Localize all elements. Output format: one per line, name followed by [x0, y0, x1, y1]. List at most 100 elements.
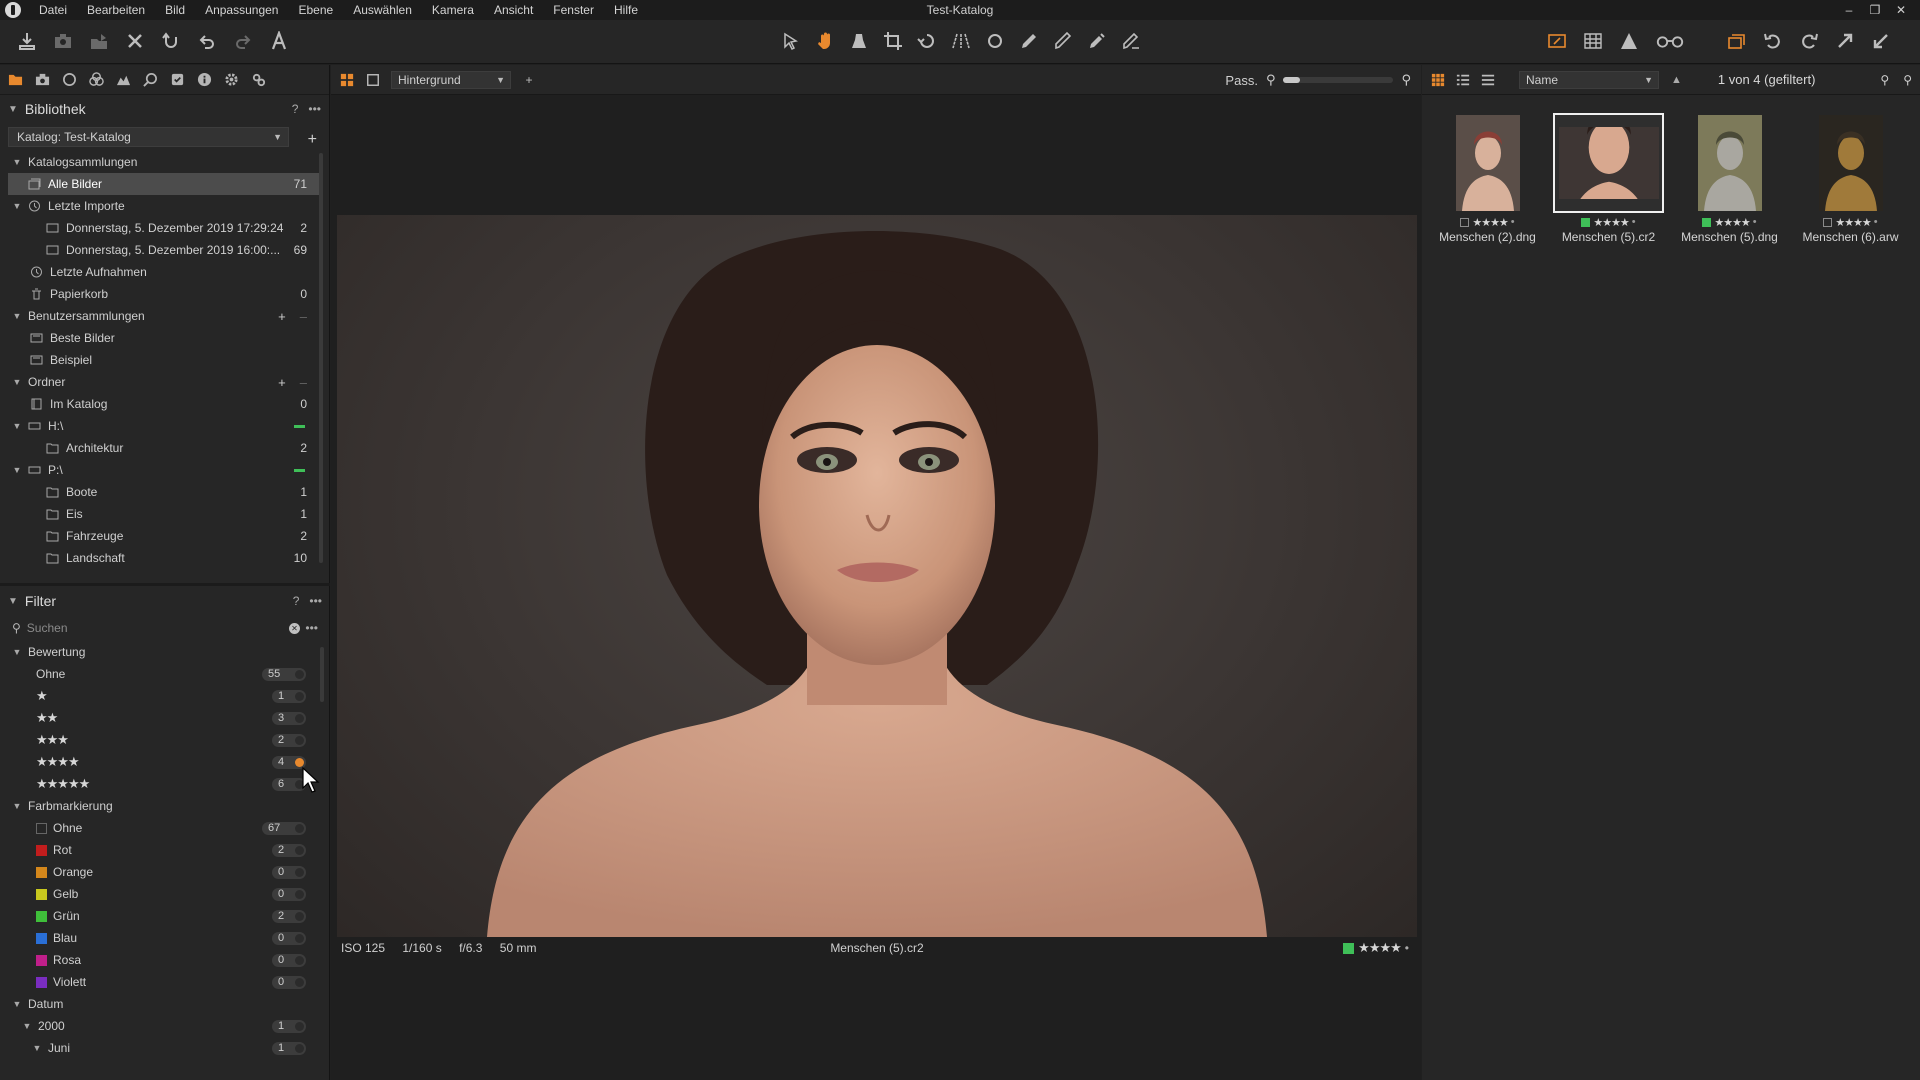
filter-rating-none[interactable]: Ohne 55: [0, 663, 330, 685]
tree-item-im-katalog[interactable]: Im Katalog 0: [0, 393, 329, 415]
filter-count-pill[interactable]: 3: [272, 711, 306, 725]
rating-dot-icon[interactable]: •: [1405, 941, 1409, 955]
keystone-tool-icon[interactable]: [950, 30, 972, 52]
library-panel-header[interactable]: ▼ Bibliothek ? •••: [0, 95, 329, 123]
exposure-warning-icon[interactable]: [1618, 30, 1640, 52]
chevron-down-icon[interactable]: ▼: [8, 104, 18, 115]
chevron-down-icon[interactable]: ▼: [12, 157, 22, 167]
tree-item-papierkorb[interactable]: Papierkorb 0: [0, 283, 329, 305]
add-layer-icon[interactable]: +: [521, 72, 537, 88]
thumbnail-3[interactable]: ★★★★ • Menschen (6).arw: [1795, 113, 1906, 244]
more-icon[interactable]: •••: [309, 594, 322, 608]
filter-rating-3[interactable]: ★★★ 2: [0, 729, 330, 751]
list-view-icon[interactable]: [1455, 72, 1471, 88]
redo-icon[interactable]: [232, 30, 254, 52]
rotate-tool-icon[interactable]: [916, 30, 938, 52]
zoom-slider[interactable]: [1283, 77, 1394, 83]
filter-rating-4[interactable]: ★★★★ 4: [0, 751, 330, 773]
filter-count-pill[interactable]: 2: [272, 733, 306, 747]
chevron-down-icon[interactable]: ▼: [12, 465, 22, 475]
filter-count-pill[interactable]: 0: [272, 953, 306, 967]
chevron-down-icon[interactable]: ▼: [12, 801, 22, 811]
menu-ansicht[interactable]: Ansicht: [484, 0, 543, 20]
filter-color-0[interactable]: Ohne 67: [0, 817, 330, 839]
thumbnail-1[interactable]: ★★★★ • Menschen (5).cr2: [1553, 113, 1664, 244]
filter-rating-5[interactable]: ★★★★★ 6: [0, 773, 330, 795]
single-view-icon[interactable]: [365, 72, 381, 88]
thumbnail-2[interactable]: ★★★★ • Menschen (5).dng: [1674, 113, 1785, 244]
menu-auswaehlen[interactable]: Auswählen: [343, 0, 422, 20]
filter-color-3[interactable]: Gelb 0: [0, 883, 330, 905]
tree-item-architektur[interactable]: Architektur 2: [0, 437, 329, 459]
filter-panel-header[interactable]: ▼ Filter ? •••: [0, 587, 330, 615]
sort-select[interactable]: Name ▼: [1519, 70, 1659, 89]
add-folder-icon[interactable]: +: [278, 375, 286, 390]
tree-item-eis[interactable]: Eis 1: [0, 503, 329, 525]
tree-item-import-1[interactable]: Donnerstag, 5. Dezember 2019 17:29:24 2: [0, 217, 329, 239]
tree-item-boote[interactable]: Boote 1: [0, 481, 329, 503]
color-tag[interactable]: [1460, 217, 1470, 227]
chevron-down-icon[interactable]: ▼: [12, 311, 22, 321]
filter-count-pill[interactable]: 0: [272, 887, 306, 901]
rating-stars[interactable]: ★★★★: [1835, 216, 1871, 229]
restore-button[interactable]: ❐: [1862, 0, 1888, 20]
rating-stars[interactable]: ★★★★: [1714, 216, 1750, 229]
filter-scrollbar[interactable]: [320, 647, 324, 702]
filter-color-4[interactable]: Grün 2: [0, 905, 330, 927]
gradient-tool-icon[interactable]: [1086, 30, 1108, 52]
menu-kamera[interactable]: Kamera: [422, 0, 484, 20]
search-options-icon[interactable]: •••: [305, 621, 318, 635]
add-catalog-icon[interactable]: +: [308, 131, 317, 149]
thumbnail-frame[interactable]: [1795, 113, 1906, 213]
section-farbmarkierung[interactable]: ▼ Farbmarkierung: [0, 795, 330, 817]
import-icon[interactable]: [16, 30, 38, 52]
thumbnail-0[interactable]: ★★★★ • Menschen (2).dng: [1432, 113, 1543, 244]
tree-item-landschaft[interactable]: Landschaft 10: [0, 547, 329, 569]
filter-count-pill[interactable]: 6: [272, 777, 306, 791]
menu-bild[interactable]: Bild: [155, 0, 195, 20]
tree-item-drive-p[interactable]: ▼ P:\: [0, 459, 329, 481]
menu-datei[interactable]: Datei: [29, 0, 77, 20]
filter-count-pill[interactable]: 1: [272, 1041, 306, 1055]
filter-count-pill[interactable]: 1: [272, 689, 306, 703]
section-datum[interactable]: ▼ Datum: [0, 993, 330, 1015]
color-tag[interactable]: [1581, 217, 1591, 227]
crop-tool-icon[interactable]: [882, 30, 904, 52]
more-icon[interactable]: •••: [308, 102, 321, 116]
multi-view-icon[interactable]: [339, 72, 355, 88]
tab-color-circles-icon[interactable]: [88, 71, 105, 88]
filter-count-pill[interactable]: 1: [272, 1019, 306, 1033]
tab-details-magnifier-icon[interactable]: [142, 71, 159, 88]
tab-batch-icon[interactable]: [250, 71, 267, 88]
chevron-down-icon[interactable]: ▼: [12, 999, 22, 1009]
filter-color-6[interactable]: Rosa 0: [0, 949, 330, 971]
library-scrollbar[interactable]: [319, 153, 323, 563]
detail-view-icon[interactable]: [1480, 72, 1496, 88]
tab-capture-camera-icon[interactable]: [34, 71, 51, 88]
close-window-button[interactable]: ✕: [1888, 0, 1914, 20]
panel-divider[interactable]: [0, 583, 330, 586]
app-logo-icon[interactable]: [5, 2, 21, 18]
clear-search-icon[interactable]: ✕: [289, 622, 300, 634]
filter-count-pill[interactable]: 2: [272, 909, 306, 923]
filter-rating-2[interactable]: ★★ 3: [0, 707, 330, 729]
help-icon[interactable]: ?: [292, 102, 299, 116]
chevron-down-icon[interactable]: ▼: [22, 1021, 32, 1031]
color-tag[interactable]: [1823, 217, 1833, 227]
tab-library-folder-icon[interactable]: [7, 71, 24, 88]
remove-collection-icon[interactable]: –: [300, 309, 307, 324]
tree-item-beste-bilder[interactable]: Beste Bilder: [0, 327, 329, 349]
rating-stars[interactable]: ★★★★: [1472, 216, 1508, 229]
zoom-label[interactable]: Pass.: [1225, 73, 1258, 88]
tab-lens-circle-icon[interactable]: [61, 71, 78, 88]
zoom-in-icon[interactable]: ⚲: [1401, 72, 1411, 88]
tree-item-alle-bilder[interactable]: Alle Bilder 71: [8, 173, 321, 195]
eraser-tool-icon[interactable]: [1052, 30, 1074, 52]
filter-count-pill[interactable]: 4: [272, 755, 306, 769]
tab-metadata-info-icon[interactable]: [196, 71, 213, 88]
rotate-right-icon[interactable]: [1798, 30, 1820, 52]
apply-adjustments-icon[interactable]: [1870, 30, 1892, 52]
zoom-thumbs-icon[interactable]: ⚲: [1880, 73, 1889, 87]
undo-icon[interactable]: [196, 30, 218, 52]
pan-tool-icon[interactable]: [814, 30, 836, 52]
